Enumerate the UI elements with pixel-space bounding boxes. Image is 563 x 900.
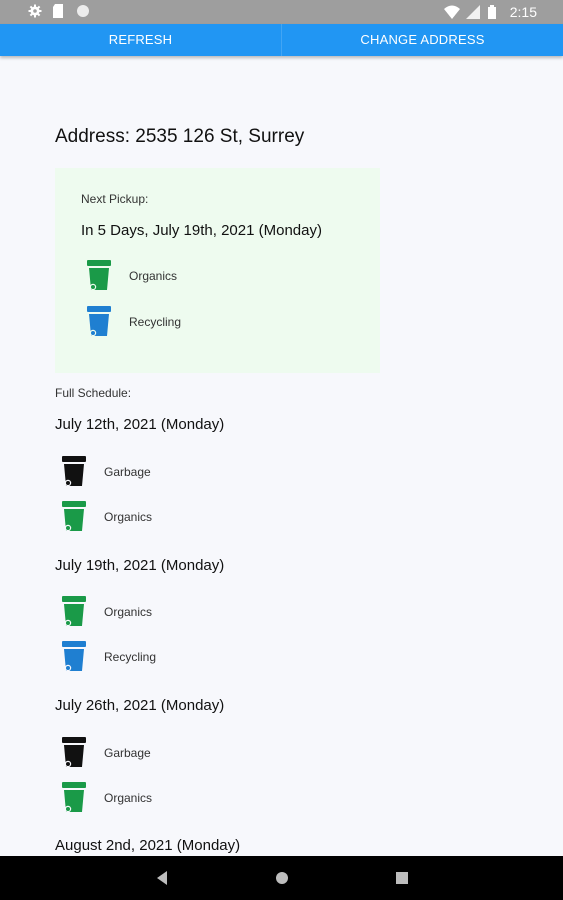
bin-label: Organics [129,269,178,283]
bin-label: Garbage [104,465,151,479]
organics-bin-icon [62,501,86,533]
back-icon[interactable] [155,870,169,886]
next-pickup-label: Next Pickup: [81,192,149,206]
schedule-bin-organics: Organics [62,501,152,533]
schedule-bin-garbage: Garbage [62,456,151,488]
action-toolbar: REFRESH CHANGE ADDRESS [0,24,563,56]
organics-bin-icon [87,260,111,292]
battery-icon [487,5,502,19]
schedule-bin-organics: Organics [62,782,152,814]
organics-bin-icon [62,596,86,628]
garbage-bin-icon [62,737,86,769]
address-heading: Address: 2535 126 St, Surrey [55,126,305,147]
organics-bin-icon [62,782,86,814]
refresh-button[interactable]: REFRESH [0,24,281,56]
full-schedule-label: Full Schedule: [55,386,132,400]
status-time: 2:15 [509,4,537,20]
recents-icon[interactable] [395,870,409,886]
next-pickup-card: Next Pickup: In 5 Days, July 19th, 2021 … [55,168,380,373]
schedule-bin-recycling: Recycling [62,641,156,673]
schedule-date: August 2nd, 2021 (Monday) [55,837,241,854]
bin-label: Recycling [129,315,182,329]
schedule-date: July 26th, 2021 (Monday) [55,697,225,714]
sd-card-icon [52,4,66,18]
schedule-bin-garbage: Garbage [62,737,151,769]
next-pickup-bin-recycling: Recycling [87,306,181,338]
recycling-bin-icon [62,641,86,673]
system-nav-bar [0,856,563,900]
wifi-icon [443,5,460,19]
next-pickup-date: In 5 Days, July 19th, 2021 (Monday) [81,222,322,239]
schedule-bin-organics: Organics [62,596,152,628]
bin-label: Garbage [104,746,151,760]
status-bar: 2:15 [0,0,563,24]
home-icon[interactable] [275,870,289,886]
next-pickup-bin-organics: Organics [87,260,177,292]
settings-icon [28,4,42,18]
bin-label: Recycling [104,650,157,664]
garbage-bin-icon [62,456,86,488]
schedule-content[interactable]: Address: 2535 126 St, Surrey Next Pickup… [0,56,563,856]
bin-label: Organics [104,605,153,619]
signal-icon [465,5,480,19]
circle-notification-icon [76,4,90,18]
schedule-date: July 19th, 2021 (Monday) [55,557,225,574]
recycling-bin-icon [87,306,111,338]
change-address-button[interactable]: CHANGE ADDRESS [281,24,563,56]
schedule-date: July 12th, 2021 (Monday) [55,416,225,433]
bin-label: Organics [104,791,153,805]
bin-label: Organics [104,510,153,524]
